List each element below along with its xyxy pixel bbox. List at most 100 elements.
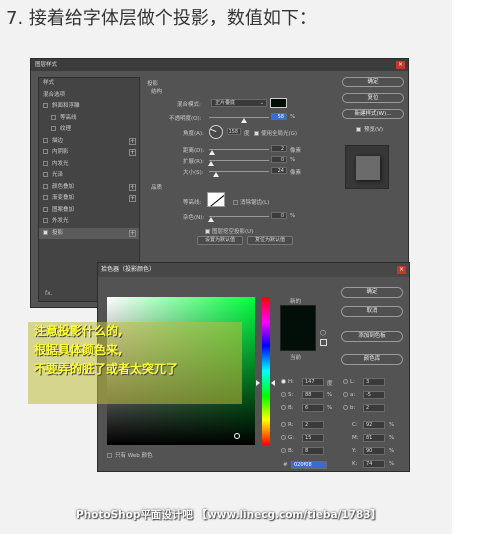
lab-b-input[interactable]: 2: [363, 404, 385, 412]
color-field-cursor[interactable]: [234, 433, 240, 439]
reset-default-button[interactable]: 复位为默认值: [247, 236, 293, 245]
distance-input[interactable]: 2: [271, 145, 287, 152]
hue-slider[interactable]: [262, 297, 270, 445]
size-slider-handle[interactable]: [213, 172, 219, 177]
blue-radio[interactable]: B:: [281, 448, 294, 454]
global-light-checkbox[interactable]: 使用全局光(G): [254, 129, 297, 137]
hex-input[interactable]: 020f08: [291, 461, 327, 469]
noise-input[interactable]: 0: [271, 212, 287, 219]
sidebar-item[interactable]: 内发光: [39, 159, 139, 171]
sidebar-item-checkbox[interactable]: [43, 195, 48, 200]
sidebar-item-checkbox[interactable]: [43, 149, 48, 154]
s-radio[interactable]: S:: [281, 392, 293, 398]
k-input[interactable]: 74: [363, 460, 385, 468]
c-input[interactable]: 92: [363, 421, 385, 429]
preview-checkbox[interactable]: 预览(V): [342, 125, 404, 133]
antialias-checkbox[interactable]: 消除锯齿(L): [233, 198, 269, 206]
sidebar-item-checkbox[interactable]: [51, 114, 56, 120]
opacity-slider[interactable]: [209, 117, 269, 118]
add-effect-icon[interactable]: +: [129, 149, 136, 156]
sidebar-item-checkbox[interactable]: [43, 229, 48, 235]
l-radio[interactable]: L:: [343, 379, 355, 385]
sidebar-item[interactable]: 投影 +: [39, 227, 139, 239]
sidebar-item-checkbox[interactable]: [43, 206, 48, 212]
color-picker-titlebar: 拾色器（投影颜色）: [98, 263, 409, 277]
new-style-button[interactable]: 新建样式(W)...: [342, 109, 404, 119]
lab-b-radio[interactable]: b:: [343, 405, 355, 411]
sidebar-item-checkbox[interactable]: [43, 218, 48, 223]
sidebar-item-checkbox[interactable]: [43, 103, 48, 108]
h-input[interactable]: 147: [302, 378, 324, 386]
sidebar-item[interactable]: 混合选项: [39, 90, 139, 102]
noise-slider[interactable]: [209, 216, 269, 217]
knockout-checkbox[interactable]: 图层挖空投影(U): [205, 227, 253, 235]
angle-dial[interactable]: [209, 125, 223, 139]
add-effect-icon[interactable]: +: [129, 229, 136, 237]
contour-thumbnail[interactable]: [207, 192, 225, 207]
b-radio[interactable]: B:: [281, 405, 294, 411]
step-title: 7. 接着给字体层做个投影，数值如下：: [6, 8, 317, 29]
sidebar-item[interactable]: 等高线: [39, 113, 139, 125]
spread-slider[interactable]: [209, 160, 269, 161]
k-unit: %: [389, 461, 395, 467]
distance-unit: 像素: [290, 148, 302, 154]
sidebar-item[interactable]: 颜色叠加 +: [39, 182, 139, 194]
spread-input[interactable]: 0: [271, 156, 287, 163]
b-input[interactable]: 6: [302, 404, 324, 412]
sidebar-item[interactable]: 描边 +: [39, 136, 139, 148]
y-input[interactable]: 90: [363, 447, 385, 455]
cube-icon[interactable]: ⬡: [320, 329, 328, 337]
reset-button[interactable]: 复位: [342, 93, 404, 103]
picker-ok-button[interactable]: 确定: [341, 287, 403, 298]
m-input[interactable]: 81: [363, 434, 385, 442]
sidebar-item[interactable]: 渐变叠加 +: [39, 193, 139, 205]
sidebar-item[interactable]: 光泽: [39, 170, 139, 182]
add-effect-icon[interactable]: +: [129, 195, 136, 202]
sidebar-item-checkbox[interactable]: [43, 172, 48, 177]
hue-arrow-right-icon[interactable]: [271, 380, 275, 386]
h-radio[interactable]: H:: [281, 379, 294, 385]
sidebar-item[interactable]: 斜面和浮雕: [39, 101, 139, 113]
sidebar-item[interactable]: 内阴影 +: [39, 147, 139, 159]
hue-arrow-left-icon[interactable]: [256, 380, 260, 386]
layer-style-close-icon[interactable]: ×: [396, 61, 405, 69]
a-input[interactable]: -5: [363, 391, 385, 399]
sidebar-item-checkbox[interactable]: [51, 126, 56, 131]
sidebar-item-checkbox[interactable]: [43, 183, 48, 189]
sidebar-item[interactable]: 图案叠加: [39, 205, 139, 217]
g-radio[interactable]: G:: [281, 435, 294, 441]
r-radio[interactable]: R:: [281, 422, 294, 428]
sidebar-item-checkbox[interactable]: [43, 160, 48, 166]
blend-mode-select[interactable]: 正片叠底 ⌄: [211, 99, 267, 107]
s-input[interactable]: 88: [302, 391, 324, 399]
add-effect-icon[interactable]: +: [129, 183, 136, 191]
distance-slider[interactable]: [209, 149, 269, 150]
spread-slider-handle[interactable]: [208, 161, 214, 166]
opacity-input[interactable]: 58: [271, 113, 287, 120]
add-to-swatches-button[interactable]: 添加到色板: [341, 331, 403, 342]
make-default-button[interactable]: 设置为默认值: [197, 236, 243, 245]
sidebar-item[interactable]: 纹理: [39, 124, 139, 136]
opacity-slider-handle[interactable]: [241, 118, 247, 123]
distance-slider-handle[interactable]: [209, 150, 215, 155]
color-libraries-button[interactable]: 颜色库: [341, 354, 403, 365]
size-input[interactable]: 24: [271, 167, 287, 174]
sidebar-item[interactable]: 外发光: [39, 216, 139, 228]
a-radio[interactable]: a:: [343, 392, 355, 398]
sidebar-item[interactable]: 样式: [39, 78, 139, 90]
fx-icon[interactable]: fx.: [45, 290, 53, 297]
web-safe-icon[interactable]: [320, 339, 327, 346]
ok-button[interactable]: 确定: [342, 77, 404, 87]
blue-input[interactable]: 8: [302, 447, 324, 455]
picker-cancel-button[interactable]: 取消: [341, 306, 403, 317]
sidebar-item-checkbox[interactable]: [43, 137, 48, 143]
r-input[interactable]: 2: [302, 421, 324, 429]
color-picker-close-icon[interactable]: ×: [397, 266, 406, 274]
add-effect-icon[interactable]: +: [129, 137, 136, 145]
angle-input[interactable]: 158: [227, 128, 241, 135]
g-input[interactable]: 15: [302, 434, 324, 442]
web-colors-only-checkbox[interactable]: 只有 Web 颜色: [107, 451, 153, 459]
noise-slider-handle[interactable]: [208, 217, 214, 222]
shadow-color-swatch[interactable]: [270, 98, 287, 108]
l-input[interactable]: 3: [363, 378, 385, 386]
